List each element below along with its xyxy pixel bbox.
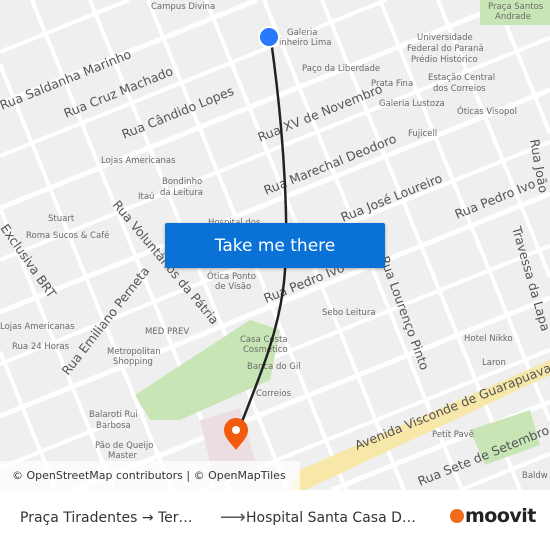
poi-label: Praça Santos <box>488 2 544 12</box>
poi-label: de Visão <box>215 282 251 292</box>
street-label: Rua José Loureiro <box>339 170 445 224</box>
poi-label: Master <box>108 451 138 461</box>
poi-label: Galeria <box>287 28 317 38</box>
take-me-there-button[interactable]: Take me there <box>165 223 385 268</box>
origin-label: Praça Tiradentes → Ter… <box>20 510 193 526</box>
moovit-logo-icon <box>450 509 464 523</box>
destination-label: Hospital Santa Casa D… <box>246 510 416 526</box>
poi-label: Correios <box>256 389 292 399</box>
poi-label: Rua 24 Horas <box>12 342 70 352</box>
poi-label: Pinheiro Lima <box>274 38 331 48</box>
poi-label: MED PREV <box>145 327 189 337</box>
poi-label: Stuart <box>48 214 75 224</box>
poi-label: Andrade <box>495 12 531 22</box>
poi-label: Fujicell <box>408 129 437 139</box>
poi-label: Pão de Queijo <box>95 441 153 451</box>
moovit-logo-text: moovit <box>465 505 536 527</box>
poi-label: Galeria Lustoza <box>379 99 445 109</box>
poi-label: Lojas Americanas <box>101 156 176 166</box>
map[interactable]: Rua Saldanha Marinho Rua Cruz Machado Ru… <box>0 0 550 490</box>
poi-label: Shopping <box>113 357 153 367</box>
poi-label: Laron <box>482 358 506 368</box>
poi-label: Itaú <box>138 192 154 202</box>
poi-label: Balaroti Rui <box>89 410 138 420</box>
street-label: Travessa da Lapa <box>509 224 550 333</box>
poi-label: Bondinho <box>162 177 202 187</box>
footer: Praça Tiradentes → Ter… ⟶ Hospital Santa… <box>0 490 550 550</box>
poi-label: Roma Sucos & Café <box>26 230 109 241</box>
poi-label: Prata Fina <box>371 79 413 89</box>
poi-label: Banca do Gil <box>247 362 301 372</box>
street-label: Rua Saldanha Marinho <box>0 46 133 112</box>
origin-marker[interactable] <box>258 26 280 48</box>
poi-label: dos Correios <box>433 84 486 94</box>
poi-label: Lojas Americanas <box>0 322 75 332</box>
poi-label: Sebo Leitura <box>322 308 376 318</box>
poi-label: Campus Divina <box>151 2 215 12</box>
poi-label: Estação Central <box>428 73 495 83</box>
poi-label: Metropolitan <box>107 347 161 357</box>
map-attribution[interactable]: © OpenStreetMap contributors | © OpenMap… <box>0 461 300 490</box>
poi-label: Prédio Histórico <box>411 54 478 65</box>
poi-label: da Leitura <box>160 188 203 198</box>
poi-label: Universidade <box>417 33 473 43</box>
poi-label: Baldw <box>522 471 548 481</box>
poi-label: Hotel Nikko <box>464 334 513 344</box>
moovit-logo: moovit <box>450 505 536 527</box>
arrow-right-icon: ⟶ <box>220 507 246 528</box>
poi-label: Óticas Visopol <box>457 105 517 117</box>
poi-label: Barbosa <box>96 421 131 431</box>
poi-label: Petit Pavê <box>432 429 474 440</box>
poi-label: Cosmético <box>243 344 288 355</box>
poi-label: Ótica Ponto <box>207 270 256 282</box>
poi-label: Paço da Liberdade <box>302 64 380 74</box>
poi-label: Casa Costa <box>240 335 288 345</box>
poi-label: Federal do Paraná <box>407 44 484 54</box>
